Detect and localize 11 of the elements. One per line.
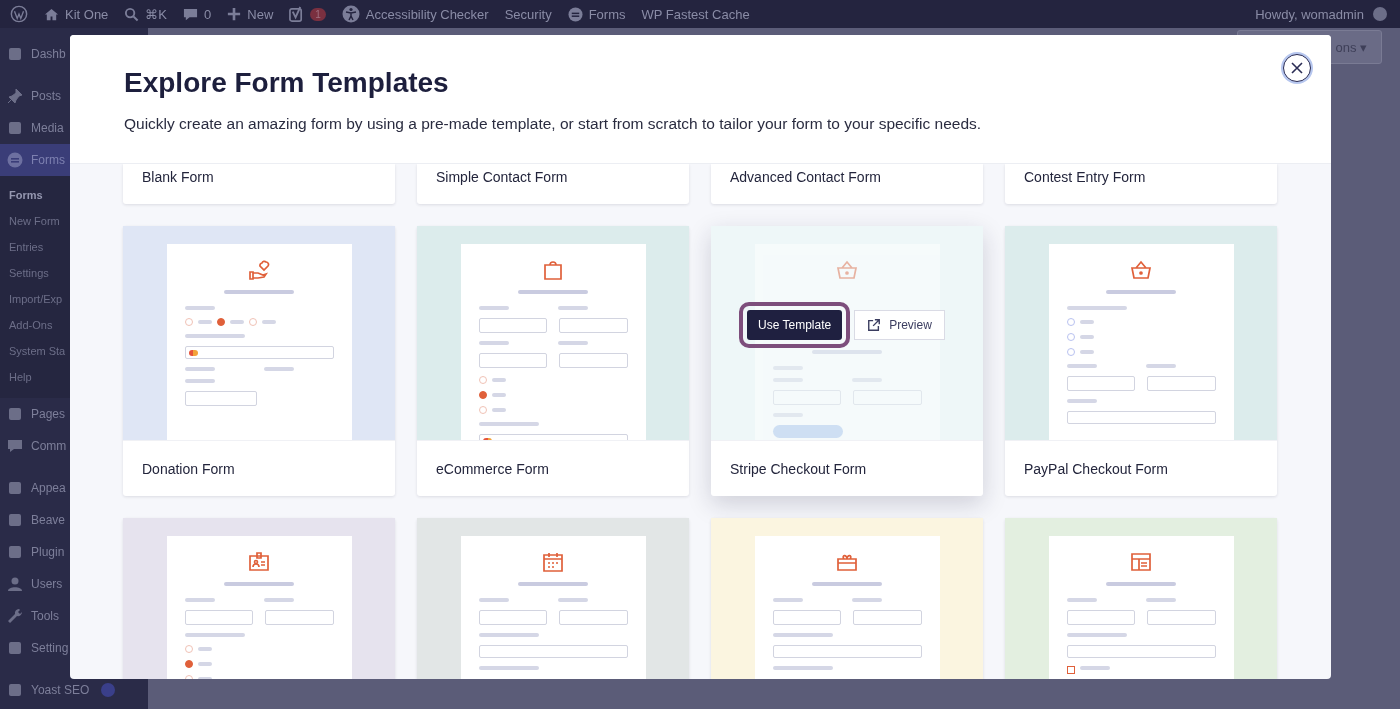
template-title: Blank Form — [142, 169, 214, 185]
template-title: PayPal Checkout Form — [1024, 460, 1168, 477]
notification-badge: 1 — [310, 7, 326, 21]
template-title: Simple Contact Form — [436, 169, 568, 185]
template-title: Advanced Contact Form — [730, 169, 881, 185]
modal-subtitle: Quickly create an amazing form by using a pre-made template, or start from scratch to tailor your form to your specific needs. — [124, 115, 983, 133]
template-title: Contest Entry Form — [1024, 169, 1146, 185]
template-title: Donation Form — [142, 460, 235, 477]
template-title: Stripe Checkout Form — [730, 460, 867, 477]
template-title: eCommerce Form — [436, 460, 549, 477]
modal-title: Explore Form Templates — [124, 67, 450, 99]
